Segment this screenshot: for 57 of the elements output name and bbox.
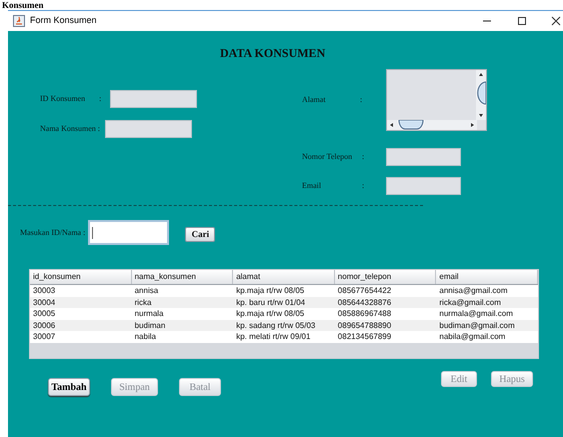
table-cell-text: 30007: [32, 331, 56, 342]
field-label: Nama Konsumen: [40, 123, 96, 135]
colon-label: :: [362, 180, 364, 192]
table-cell-text: 085886967488: [336, 308, 392, 320]
colon-label: :: [99, 93, 102, 105]
search-button[interactable]: Cari: [185, 227, 216, 242]
table-cell-text: 30006: [32, 320, 56, 331]
table-cell-text: annisa: [134, 285, 160, 296]
table-cell-text: 089654788890: [336, 320, 392, 331]
table-cell-text: nabila: [134, 331, 157, 342]
input-field[interactable]: [110, 90, 198, 108]
text-area[interactable]: [386, 69, 488, 131]
colon-label: :: [98, 123, 100, 135]
column-header[interactable]: email: [436, 270, 538, 284]
table-cell-text: 082134567899: [336, 331, 392, 342]
table-cell-text: budiman: [134, 320, 166, 331]
maximize-icon[interactable]: [517, 16, 527, 26]
table-cell-text: 30005: [32, 308, 56, 320]
table-cell-text: kp. melati rt/rw 09/01: [235, 331, 312, 342]
close-icon[interactable]: [551, 16, 561, 26]
search-field[interactable]: [88, 220, 170, 245]
table-cell-text: budiman@gmail.com: [438, 320, 516, 331]
table-cell-text: nurmala@gmail.com: [438, 308, 514, 320]
table-cell-text: 30003: [32, 285, 56, 296]
java-app-icon: [13, 15, 25, 27]
field-label: ID Konsumen: [40, 93, 86, 105]
page-heading: Konsumen: [2, 0, 44, 10]
table-cell-text: kp.maja rt/rw 08/05: [235, 308, 306, 320]
field-label: Email: [302, 180, 322, 192]
column-header[interactable]: id_konsumen: [30, 270, 132, 284]
horizontal-scrollbar[interactable]: [387, 120, 478, 130]
search-label: Masukan ID/Nama :: [20, 226, 86, 238]
field-label: Nomor Telepon: [302, 151, 354, 163]
colon-label: :: [362, 151, 364, 163]
table-cell-text: kp. baru rt/rw 01/04: [235, 296, 306, 308]
field-label: Alamat: [302, 94, 327, 106]
table-cell-text: 085677654422: [336, 285, 392, 296]
input-field[interactable]: [386, 177, 462, 195]
table-cell-text: kp.maja rt/rw 08/05: [235, 285, 306, 296]
input-field[interactable]: [386, 148, 462, 166]
form-heading: DATA KONSUMEN: [220, 45, 326, 62]
table-cell-text: nurmala: [134, 308, 164, 320]
table-cell-text: kp. sadang rt/rw 05/03: [235, 320, 316, 331]
table-cell-text: 30004: [32, 296, 56, 308]
vertical-scrollbar[interactable]: [476, 70, 486, 120]
table-cell-text: ricka: [134, 296, 152, 308]
input-field[interactable]: [105, 120, 192, 138]
table-cell-text: nabila@gmail.com: [438, 331, 506, 342]
table-cell-text: annisa@gmail.com: [438, 285, 509, 296]
table-cell-text: 085644328876: [336, 296, 392, 308]
column-header[interactable]: nomor_telepon: [334, 270, 436, 284]
window-title: Form Konsumen: [30, 14, 97, 28]
table-cell-text: ricka@gmail.com: [438, 296, 502, 308]
action-button[interactable]: Tambah: [48, 378, 90, 396]
column-header[interactable]: alamat: [233, 270, 335, 284]
colon-label: :: [360, 94, 362, 106]
column-header[interactable]: nama_konsumen: [132, 270, 234, 284]
